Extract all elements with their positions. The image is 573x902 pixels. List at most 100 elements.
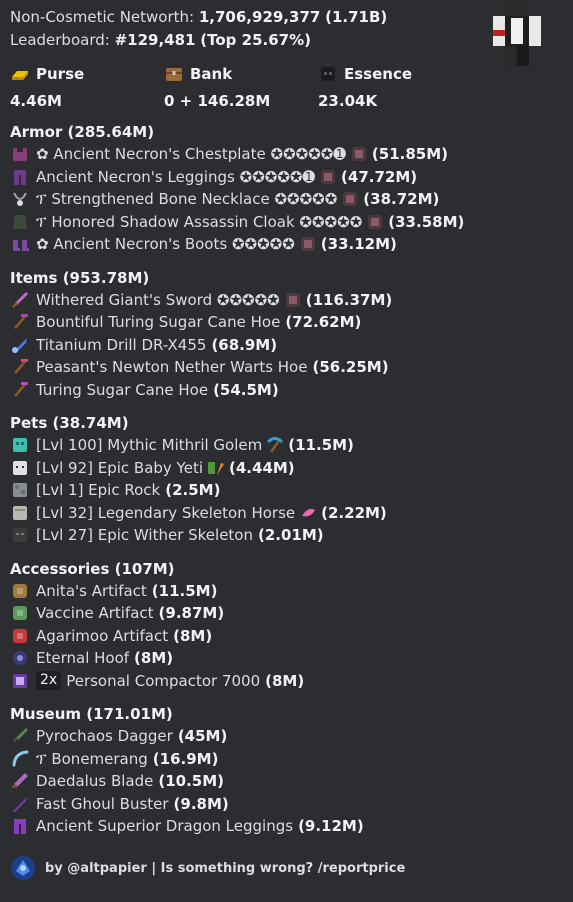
stat-purse: Purse 4.46M — [10, 63, 164, 110]
item-value: (68.9M) — [211, 335, 278, 354]
footer: by @altpapier | Is something wrong? /rep… — [10, 855, 405, 881]
section-title: Museum (171.01M) — [10, 705, 173, 723]
item-value: (47.72M) — [341, 167, 418, 186]
item-name: [Lvl 92] Epic Baby Yeti — [36, 458, 204, 477]
item-prefix: ✿ — [36, 145, 54, 164]
item-name: Ancient Superior Dragon Leggings — [36, 817, 294, 836]
stats-row: Purse 4.46M Bank 0 + 146.28M Essence 23.… — [10, 63, 563, 110]
gemstone-icon — [299, 235, 317, 253]
item-value: (45M) — [177, 727, 228, 746]
player-skin-avatar — [489, 0, 545, 66]
hoof-icon — [10, 648, 30, 668]
artifact-icon — [10, 626, 30, 646]
leaderboard-line: Leaderboard: #129,481 (Top 25.67%) — [10, 29, 563, 52]
gemstone-icon — [350, 145, 368, 163]
item-value: (16.9M) — [152, 749, 219, 768]
item-value: (8M) — [134, 649, 174, 668]
stat-essence-label: Essence — [344, 65, 413, 83]
list-item: Eternal Hoof (8M) — [10, 647, 563, 670]
list-item: ✿ Ancient Necron's Boots ✪✪✪✪✪ (33.12M) — [10, 233, 563, 256]
list-item: [Lvl 27] Epic Wither Skeleton (2.01M) — [10, 524, 563, 547]
item-value: (10.5M) — [158, 772, 224, 791]
gemstone-icon — [341, 190, 359, 208]
item-name: Agarimoo Artifact — [36, 626, 169, 645]
stat-bank: Bank 0 + 146.28M — [164, 63, 318, 110]
stat-bank-label: Bank — [190, 65, 233, 83]
leggings-icon — [10, 167, 30, 187]
list-item: Vaccine Artifact (9.87M) — [10, 602, 563, 625]
skeleton-horse-icon — [10, 503, 30, 523]
networth-label: Non-Cosmetic Networth: — [10, 8, 195, 26]
item-value: (51.85M) — [371, 145, 449, 164]
section-title: Accessories (107M) — [10, 559, 175, 578]
item-value: (72.62M) — [285, 313, 362, 332]
slime-carrot-icon — [207, 459, 225, 477]
list-item: Agarimoo Artifact (8M) — [10, 625, 563, 648]
networth-line: Non-Cosmetic Networth: 1,706,929,377 (1.… — [10, 6, 563, 29]
cloak-icon — [10, 212, 30, 232]
rock-pet-icon — [10, 480, 30, 500]
list-item: Turing Sugar Cane Hoe (54.5M) — [10, 379, 563, 402]
list-item: [Lvl 32] Legendary Skeleton Horse (2.22M) — [10, 502, 563, 525]
item-value: (38.72M) — [363, 190, 440, 209]
author-avatar-icon — [10, 855, 36, 881]
gemstone-icon — [366, 213, 384, 231]
list-item: Pyrochaos Dagger (45M) — [10, 725, 563, 748]
item-name: Pyrochaos Dagger — [36, 727, 173, 746]
list-item: ፕ Honored Shadow Assassin Cloak ✪✪✪✪✪ (33… — [10, 211, 563, 234]
golem-pet-icon — [10, 435, 30, 455]
item-value: (11.5M) — [151, 581, 218, 600]
item-name: [Lvl 32] Legendary Skeleton Horse — [36, 503, 296, 522]
item-name: Anita's Artifact — [36, 581, 147, 600]
list-item: Withered Giant's Sword ✪✪✪✪✪ (116.37M) — [10, 289, 563, 312]
gold-ingot-icon — [10, 64, 30, 84]
list-item: Daedalus Blade (10.5M) — [10, 770, 563, 793]
list-item: Anita's Artifact (11.5M) — [10, 580, 563, 603]
list-item: ፕ Strengthened Bone Necklace ✪✪✪✪✪ (38.72… — [10, 188, 563, 211]
item-value: (9.8M) — [173, 794, 229, 813]
item-value: (9.12M) — [298, 817, 364, 836]
section-title: Items (953.78M) — [10, 268, 150, 287]
item-prefix: ፕ — [36, 212, 52, 231]
list-item: [Lvl 100] Mythic Mithril Golem (11.5M) — [10, 434, 563, 457]
item-name: Fast Ghoul Buster — [36, 794, 169, 813]
item-value: (2.22M) — [321, 503, 387, 522]
item-value: (4.44M) — [229, 458, 295, 477]
necklace-icon — [10, 189, 30, 209]
item-name: Strengthened Bone Necklace ✪✪✪✪✪ — [51, 190, 338, 209]
gemstone-icon — [284, 291, 302, 309]
item-name: Withered Giant's Sword ✪✪✪✪✪ — [36, 290, 280, 309]
leaderboard-top: (Top 25.67%) — [200, 30, 311, 49]
drill-icon — [10, 335, 30, 355]
item-name: Personal Compactor 7000 — [66, 671, 261, 690]
item-value: (11.5M) — [288, 436, 354, 455]
sword-icon — [10, 290, 30, 310]
item-name: Daedalus Blade — [36, 772, 154, 791]
item-name: Ancient Necron's Boots ✪✪✪✪✪ — [53, 235, 295, 254]
chestplate-icon — [10, 144, 30, 164]
quantity-badge: 2x — [36, 671, 62, 691]
item-name: Vaccine Artifact — [36, 604, 154, 623]
stat-bank-value: 0 + 146.28M — [164, 92, 271, 110]
item-value: (56.25M) — [312, 358, 389, 377]
item-name: Titanium Drill DR-X455 — [36, 335, 207, 354]
item-value: (33.12M) — [320, 235, 397, 254]
gemstone-icon — [319, 168, 337, 186]
item-name: [Lvl 100] Mythic Mithril Golem — [36, 436, 263, 455]
item-value: (8M) — [265, 671, 305, 690]
list-item: Titanium Drill DR-X455 (68.9M) — [10, 334, 563, 357]
compactor-icon — [10, 671, 30, 691]
list-item: Ancient Necron's Leggings ✪✪✪✪✪➊ (47.72M) — [10, 166, 563, 189]
section-title: Pets (38.74M) — [10, 414, 129, 432]
list-item: Bountiful Turing Sugar Cane Hoe (72.62M) — [10, 311, 563, 334]
list-item: [Lvl 92] Epic Baby Yeti (4.44M) — [10, 457, 563, 480]
item-name: Honored Shadow Assassin Cloak ✪✪✪✪✪ — [51, 212, 363, 231]
item-prefix: ፕ — [36, 190, 52, 209]
item-value: (8M) — [173, 626, 213, 645]
list-item: 2x Personal Compactor 7000 (8M) — [10, 670, 563, 693]
list-item: Peasant's Newton Nether Warts Hoe (56.25M… — [10, 356, 563, 379]
blade-icon — [10, 771, 30, 791]
networth-short: (1.71B) — [325, 8, 388, 26]
item-name: Ancient Necron's Chestplate ✪✪✪✪✪➊ — [53, 145, 346, 164]
item-name: Eternal Hoof — [36, 649, 130, 668]
